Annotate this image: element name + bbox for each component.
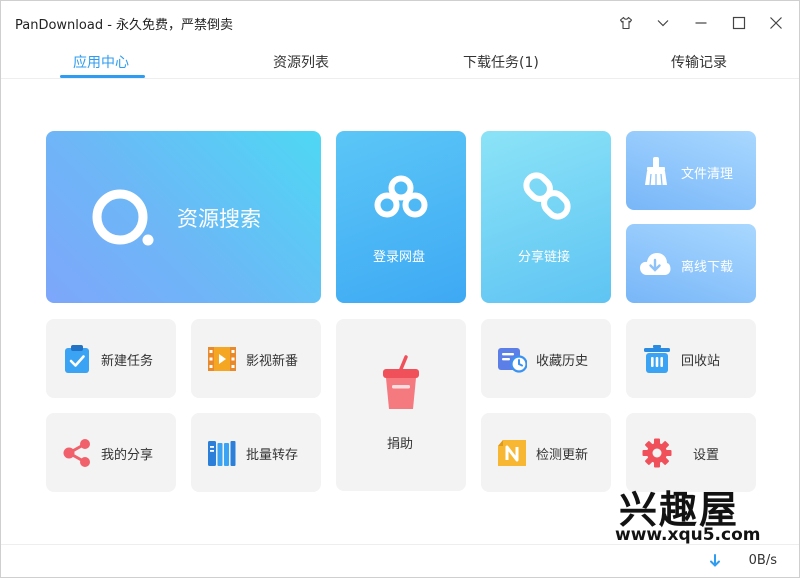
history-tile[interactable]: 收藏历史 <box>481 319 611 398</box>
offline-download-label: 离线下载 <box>681 260 734 275</box>
settings-label: 设置 <box>693 448 720 463</box>
broom-icon <box>642 156 670 190</box>
batch-transfer-label: 批量转存 <box>246 448 299 463</box>
history-label: 收藏历史 <box>536 354 589 369</box>
watermark: 兴趣屋 www.xqu5.com <box>609 479 779 545</box>
film-icon <box>207 344 237 374</box>
shirt-icon <box>619 16 633 30</box>
close-icon <box>769 16 783 30</box>
download-arrow-icon <box>709 553 721 572</box>
new-task-label: 新建任务 <box>101 354 154 369</box>
share-link-tile[interactable]: 分享链接 <box>481 131 611 303</box>
share-icon <box>62 438 92 468</box>
cup-icon <box>381 355 421 415</box>
baidu-cloud-icon <box>373 174 429 224</box>
maximize-icon <box>732 16 746 30</box>
title-bar: PanDownload - 永久免费，严禁倒卖 <box>1 1 799 45</box>
menu-dropdown-button[interactable] <box>647 7 679 39</box>
resource-search-label: 资源搜索 <box>177 207 261 231</box>
clipboard-check-icon <box>62 344 92 374</box>
video-label: 影视新番 <box>246 354 299 369</box>
history-icon <box>497 344 527 374</box>
video-tile[interactable]: 影视新番 <box>191 319 321 398</box>
donate-tile[interactable]: 捐助 <box>336 319 466 491</box>
resource-search-tile[interactable]: 资源搜索 <box>46 131 321 303</box>
download-speed: 0B/s <box>748 553 777 568</box>
new-task-tile[interactable]: 新建任务 <box>46 319 176 398</box>
skin-button[interactable] <box>610 7 642 39</box>
offline-download-tile[interactable]: 离线下载 <box>626 224 756 303</box>
donate-label: 捐助 <box>387 437 414 452</box>
minimize-icon <box>694 16 708 30</box>
app-window: PanDownload - 永久免费，严禁倒卖 应用中心 资源列表 下载任务(1… <box>0 0 800 578</box>
tab-app-center[interactable]: 应用中心 <box>73 52 129 72</box>
update-n-icon <box>497 438 527 468</box>
file-clean-tile[interactable]: 文件清理 <box>626 131 756 210</box>
close-button[interactable] <box>760 7 792 39</box>
tab-resource-list[interactable]: 资源列表 <box>273 52 329 72</box>
login-netdisk-label: 登录网盘 <box>373 250 426 265</box>
gear-icon <box>642 438 672 468</box>
minimize-button[interactable] <box>685 7 717 39</box>
cloud-download-icon <box>639 251 671 281</box>
search-icon <box>92 189 158 253</box>
share-link-label: 分享链接 <box>518 250 571 265</box>
maximize-button[interactable] <box>723 7 755 39</box>
file-clean-label: 文件清理 <box>681 167 734 182</box>
chevron-down-icon <box>656 16 670 30</box>
my-share-tile[interactable]: 我的分享 <box>46 413 176 492</box>
trash-icon <box>642 344 672 374</box>
tab-bar: 应用中心 资源列表 下载任务(1) 传输记录 <box>1 45 799 79</box>
check-update-label: 检测更新 <box>536 448 589 463</box>
my-share-label: 我的分享 <box>101 448 154 463</box>
books-icon <box>207 438 237 468</box>
check-update-tile[interactable]: 检测更新 <box>481 413 611 492</box>
link-icon <box>522 169 572 227</box>
status-bar: 0B/s <box>1 544 799 577</box>
tab-download-tasks[interactable]: 下载任务(1) <box>463 52 539 72</box>
batch-transfer-tile[interactable]: 批量转存 <box>191 413 321 492</box>
tab-transfer-records[interactable]: 传输记录 <box>671 52 727 72</box>
recycle-bin-tile[interactable]: 回收站 <box>626 319 756 398</box>
active-tab-indicator <box>60 75 145 78</box>
recycle-bin-label: 回收站 <box>681 354 721 369</box>
watermark-url: www.xqu5.com <box>615 525 761 545</box>
window-title: PanDownload - 永久免费，严禁倒卖 <box>15 18 234 33</box>
login-netdisk-tile[interactable]: 登录网盘 <box>336 131 466 303</box>
